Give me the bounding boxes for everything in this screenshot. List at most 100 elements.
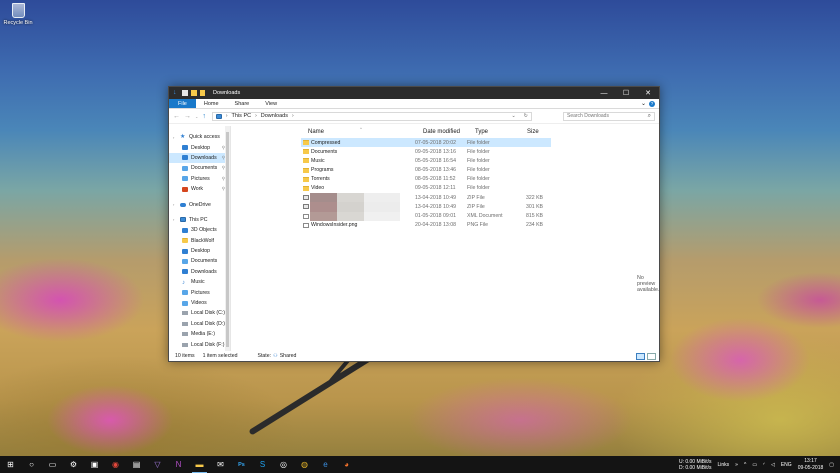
- search-input[interactable]: Search Downloads ⌕: [563, 111, 655, 121]
- file-row[interactable]: 13-04-2018 10:49 ZIP File 322 KB: [301, 193, 551, 203]
- nav-item[interactable]: Pictures: [169, 287, 230, 297]
- title-bar[interactable]: ↓ Downloads — ☐ ✕: [169, 87, 659, 99]
- nav-item[interactable]: Work ⚲: [169, 184, 230, 194]
- nav-item[interactable]: Desktop: [169, 246, 230, 256]
- nav-item[interactable]: ♪ Music: [169, 277, 230, 287]
- file-row[interactable]: Documents 09-05-2018 13:16 File folder: [301, 147, 551, 156]
- tab-home[interactable]: Home: [196, 99, 227, 108]
- address-bar[interactable]: › This PC › Downloads › ⌄ ↻: [211, 111, 532, 121]
- breadcrumb-separator-icon[interactable]: ›: [255, 113, 257, 119]
- file-row[interactable]: Music 05-05-2018 16:54 File folder: [301, 156, 551, 165]
- up-arrow-icon[interactable]: ↑: [202, 113, 206, 120]
- start-icon[interactable]: ⊞: [0, 456, 21, 473]
- language-indicator[interactable]: ENG: [781, 462, 792, 468]
- breadcrumb-this-pc[interactable]: This PC: [232, 113, 252, 119]
- store-icon[interactable]: ▣: [84, 456, 105, 473]
- media-icon[interactable]: ◎: [273, 456, 294, 473]
- recycle-bin[interactable]: Recycle Bin: [2, 3, 34, 26]
- nav-item[interactable]: Downloads: [169, 267, 230, 277]
- mail-icon[interactable]: ✉: [210, 456, 231, 473]
- edge-icon[interactable]: e: [315, 456, 336, 473]
- clock[interactable]: 13:17 09-05-2018: [798, 458, 824, 471]
- battery-icon[interactable]: ▭: [752, 462, 757, 468]
- back-arrow-icon[interactable]: ←: [173, 113, 180, 120]
- file-type: File folder: [467, 148, 490, 155]
- explorer-icon[interactable]: ▬: [189, 456, 210, 473]
- file-row[interactable]: 01-05-2018 09:01 XML Document 815 KB: [301, 211, 551, 221]
- recent-locations-icon[interactable]: ⌄: [195, 114, 198, 119]
- maximize-button[interactable]: ☐: [615, 87, 637, 99]
- objects-icon: [182, 227, 188, 233]
- downloads-icon: [182, 155, 188, 161]
- nav-item[interactable]: Documents ⚲: [169, 163, 230, 173]
- expand-chevron-icon[interactable]: ›: [173, 135, 177, 140]
- nav-item[interactable]: Local Disk (D:): [169, 319, 230, 329]
- groove-icon[interactable]: ◉: [105, 456, 126, 473]
- nav-item[interactable]: Downloads ⚲: [169, 152, 230, 164]
- properties-icon[interactable]: [182, 90, 188, 96]
- nav-scrollbar-thumb[interactable]: [226, 132, 229, 347]
- expand-ribbon-icon[interactable]: ⌄: [641, 100, 646, 107]
- nav-item[interactable]: Media (E:): [169, 329, 230, 339]
- tab-file[interactable]: File: [169, 99, 196, 108]
- nav-item[interactable]: Local Disk (F:): [169, 339, 230, 349]
- nav-item[interactable]: 3D Objects: [169, 225, 230, 235]
- wifi-icon[interactable]: ◜: [763, 462, 765, 468]
- nav-item[interactable]: Documents: [169, 256, 230, 266]
- onenote-icon[interactable]: N: [168, 456, 189, 473]
- tab-view[interactable]: View: [257, 99, 285, 108]
- address-dropdown-icon[interactable]: ⌄: [511, 113, 515, 119]
- vs-icon[interactable]: ▽: [147, 456, 168, 473]
- details-view-button[interactable]: [636, 352, 645, 360]
- nav-item[interactable]: › OneDrive: [169, 199, 230, 209]
- nav-item[interactable]: Desktop ⚲: [169, 142, 230, 152]
- nav-item-label: Local Disk (F:): [191, 341, 225, 348]
- nav-item[interactable]: › ★ Quick access: [169, 132, 230, 142]
- chevron-up-icon[interactable]: ^: [744, 462, 746, 468]
- pc-icon: [180, 217, 186, 223]
- large-icons-view-button[interactable]: [647, 352, 656, 360]
- nav-item[interactable]: BlackWolf: [169, 236, 230, 246]
- minimize-button[interactable]: —: [593, 87, 615, 99]
- firefox-icon[interactable]: ◕: [336, 456, 357, 473]
- task-view-icon[interactable]: ▭: [42, 456, 63, 473]
- new-folder-icon[interactable]: [191, 90, 197, 96]
- column-date-modified[interactable]: Date modified: [423, 129, 460, 135]
- quick-access-arrow-icon[interactable]: ↓: [173, 89, 179, 96]
- nav-item[interactable]: Pictures ⚲: [169, 174, 230, 184]
- file-row[interactable]: 13-04-2018 10:49 ZIP File 301 KB: [301, 202, 551, 212]
- help-icon[interactable]: ?: [649, 100, 655, 107]
- breadcrumb-separator-icon[interactable]: ›: [226, 113, 228, 119]
- file-row[interactable]: Compressed 07-05-2018 20:02 File folder: [301, 138, 551, 148]
- file-row[interactable]: Programs 08-05-2018 13:46 File folder: [301, 166, 551, 175]
- refresh-icon[interactable]: ↻: [524, 113, 528, 119]
- chevron-right-icon[interactable]: »: [735, 462, 738, 468]
- nav-item[interactable]: Videos: [169, 298, 230, 308]
- nav-scrollbar[interactable]: [225, 126, 230, 351]
- nav-item-label: Work: [191, 186, 204, 193]
- expand-chevron-icon[interactable]: ›: [173, 217, 177, 222]
- photos-icon[interactable]: ▤: [126, 456, 147, 473]
- nav-item[interactable]: Local Disk (C:): [169, 308, 230, 318]
- action-center-icon[interactable]: ▢: [829, 462, 834, 468]
- tab-share[interactable]: Share: [227, 99, 258, 108]
- photoshop-icon[interactable]: Ps: [231, 456, 252, 473]
- nav-item[interactable]: › This PC: [169, 215, 230, 225]
- expand-chevron-icon[interactable]: ›: [173, 202, 177, 207]
- breadcrumb-separator-icon[interactable]: ›: [292, 113, 294, 119]
- file-row[interactable]: Video 09-05-2018 12:11 File folder: [301, 184, 551, 193]
- column-type[interactable]: Type: [475, 129, 488, 135]
- file-row[interactable]: Torrents 08-05-2018 11:52 File folder: [301, 175, 551, 184]
- file-row[interactable]: WindowsInsider.png 20-04-2018 13:08 PNG Fi…: [301, 221, 551, 230]
- forward-arrow-icon[interactable]: →: [184, 113, 191, 120]
- settings-icon[interactable]: ⚙: [63, 456, 84, 473]
- cortana-icon[interactable]: ○: [21, 456, 42, 473]
- close-button[interactable]: ✕: [637, 87, 659, 99]
- links-toolbar[interactable]: Links: [717, 462, 729, 468]
- skype-icon[interactable]: S: [252, 456, 273, 473]
- column-name[interactable]: Name: [308, 129, 324, 135]
- column-size[interactable]: Size: [527, 129, 539, 135]
- breadcrumb-downloads[interactable]: Downloads: [261, 113, 288, 119]
- chrome-icon[interactable]: ◍: [294, 456, 315, 473]
- volume-icon[interactable]: ◁: [771, 462, 775, 468]
